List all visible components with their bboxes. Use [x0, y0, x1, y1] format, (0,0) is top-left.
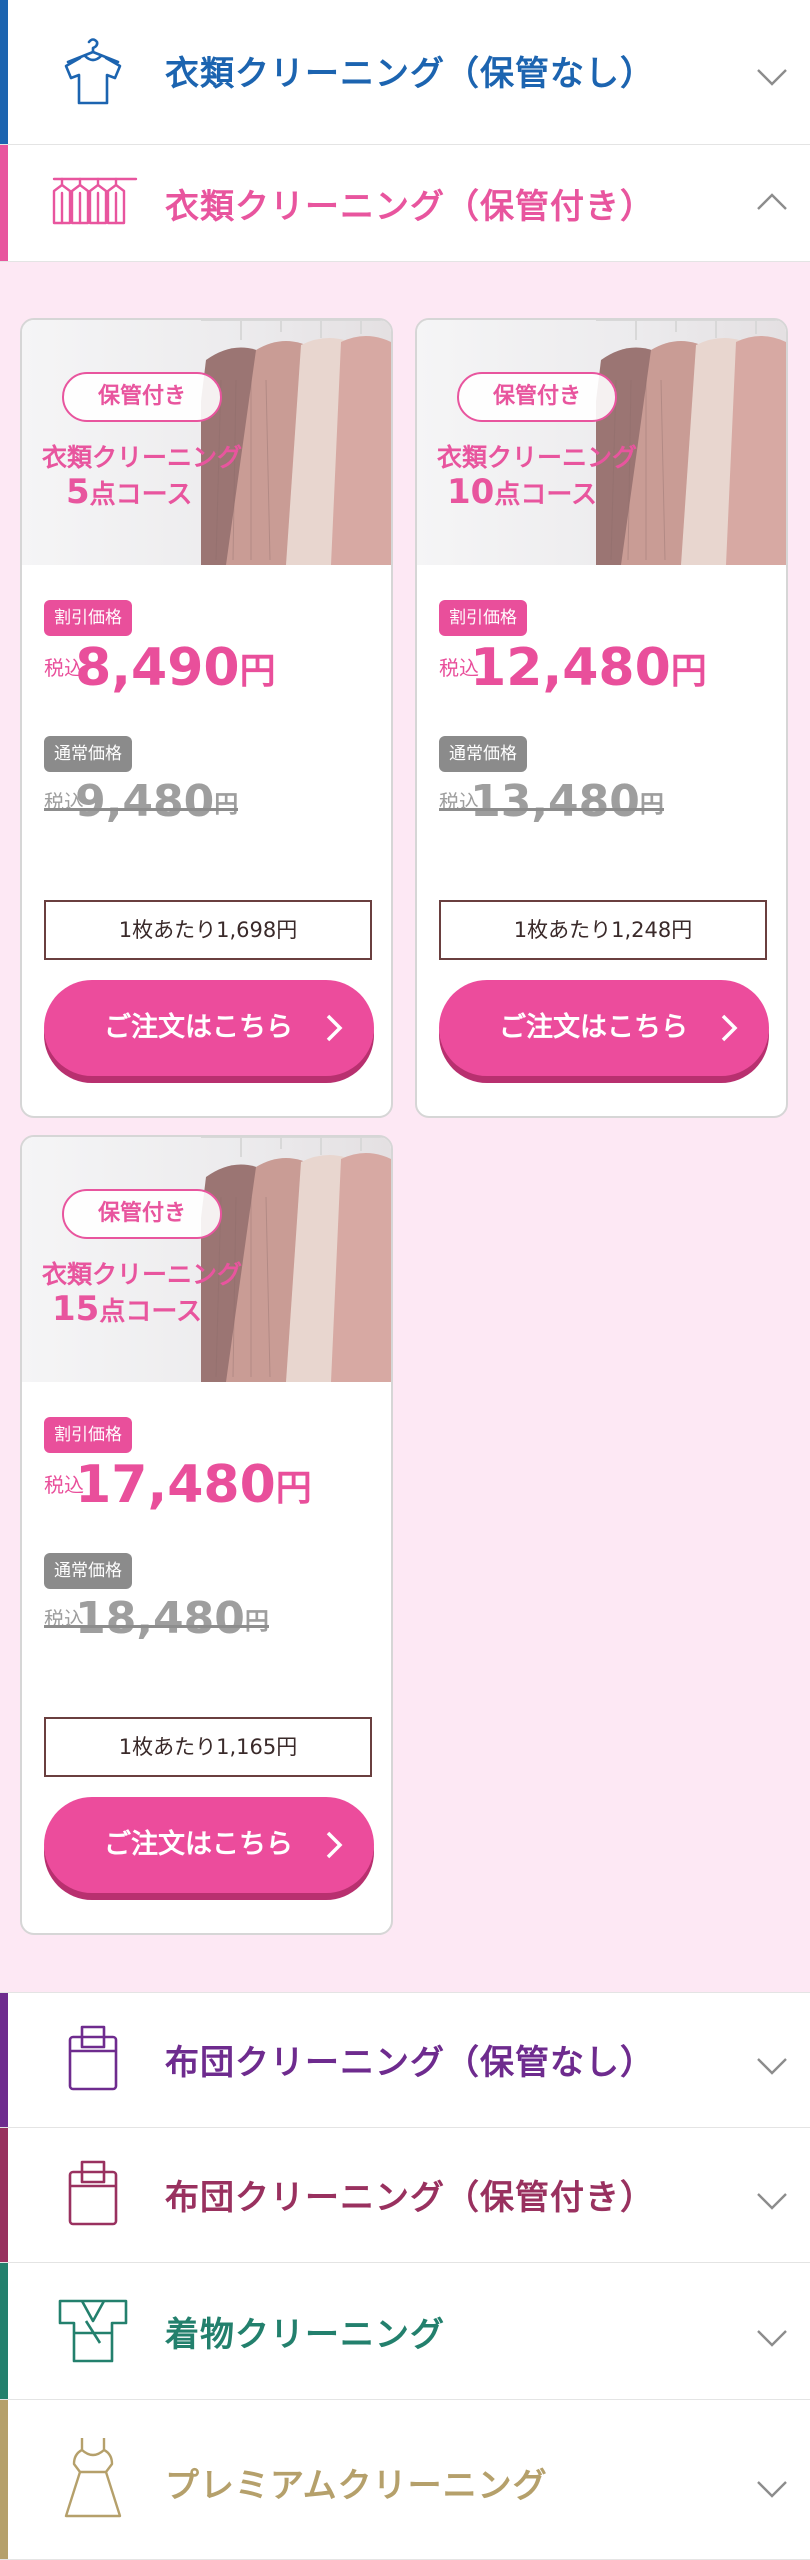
accordion-futon-with-storage[interactable]: 布団クリーニング（保管付き） — [0, 2128, 810, 2263]
accent-bar — [0, 2400, 8, 2559]
course-card-10: 保管付き 衣類クリーニング 10点コース 割引価格 税込 12,480円 通常価… — [415, 318, 788, 1118]
regular-amount: 13,480 — [470, 776, 640, 827]
course-suffix: 点コース — [99, 1297, 203, 1327]
regular-amount: 18,480 — [75, 1593, 245, 1644]
yen-unit: 円 — [239, 651, 276, 692]
course-category: 衣類クリーニング — [42, 443, 243, 472]
chevron-right-icon — [721, 1014, 738, 1042]
yen-unit: 円 — [639, 790, 664, 818]
accordion-premium[interactable]: プレミアムクリーニング — [0, 2400, 810, 2560]
strikethrough-line — [439, 808, 664, 811]
kimono-icon — [58, 2299, 128, 2363]
course-count: 5 — [66, 472, 90, 512]
order-button[interactable]: ご注文はこちら — [44, 980, 374, 1076]
discount-badge: 割引価格 — [439, 600, 527, 636]
storage-pill: 保管付き — [62, 372, 222, 422]
order-button[interactable]: ご注文はこちら — [439, 980, 769, 1076]
course-card-15: 保管付き 衣類クリーニング 15点コース 割引価格 税込 17,480円 通常価… — [20, 1135, 393, 1935]
chevron-down-icon[interactable] — [754, 2047, 790, 2083]
regular-badge: 通常価格 — [44, 736, 132, 772]
order-button-label: ご注文はこちら — [104, 1012, 293, 1043]
discount-price: 税込 17,480円 — [44, 1455, 312, 1515]
regular-price: 税込 18,480円 — [44, 1593, 269, 1644]
order-button-label: ご注文はこちら — [499, 1012, 688, 1043]
yen-unit: 円 — [275, 1468, 312, 1509]
course-count: 15 — [52, 1289, 100, 1329]
chevron-down-icon[interactable] — [754, 2182, 790, 2218]
accent-bar — [0, 145, 8, 261]
accent-bar — [0, 0, 8, 144]
chevron-down-icon[interactable] — [754, 58, 790, 94]
strikethrough-line — [44, 808, 239, 811]
accordion-title: プレミアムクリーニング — [165, 2466, 548, 2506]
accent-bar — [0, 2263, 8, 2399]
storage-pill: 保管付き — [457, 372, 617, 422]
discount-amount: 12,480 — [470, 638, 671, 698]
chevron-down-icon[interactable] — [754, 2319, 790, 2355]
course-suffix: 点コース — [89, 480, 193, 510]
accordion-title: 衣類クリーニング（保管付き） — [165, 187, 655, 227]
course-image: 保管付き 衣類クリーニング 5点コース — [22, 320, 391, 565]
discount-price: 税込 12,480円 — [439, 638, 707, 698]
regular-price: 税込 13,480円 — [439, 776, 664, 827]
per-piece-price: 1枚あたり1,248円 — [439, 900, 767, 960]
accordion-clothes-with-storage[interactable]: 衣類クリーニング（保管付き） — [0, 145, 810, 262]
course-suffix: 点コース — [494, 480, 598, 510]
accordion-futon-no-storage[interactable]: 布団クリーニング（保管なし） — [0, 1992, 810, 2128]
discount-amount: 17,480 — [75, 1455, 276, 1515]
accordion-clothes-no-storage[interactable]: 衣類クリーニング（保管なし） — [0, 0, 810, 145]
regular-amount: 9,480 — [75, 776, 215, 827]
per-piece-price: 1枚あたり1,698円 — [44, 900, 372, 960]
accordion-title: 布団クリーニング（保管付き） — [165, 2178, 655, 2218]
course-category: 衣類クリーニング — [437, 443, 638, 472]
course-card-5: 保管付き 衣類クリーニング 5点コース 割引価格 税込 8,490円 通常価格 … — [20, 318, 393, 1118]
course-image: 保管付き 衣類クリーニング 15点コース — [22, 1137, 391, 1382]
chevron-right-icon — [326, 1014, 343, 1042]
accent-bar — [0, 1993, 8, 2127]
futon-icon — [68, 2160, 118, 2226]
discount-badge: 割引価格 — [44, 600, 132, 636]
discount-badge: 割引価格 — [44, 1417, 132, 1453]
tax-included-label: 税込 — [44, 656, 84, 680]
discount-amount: 8,490 — [75, 638, 240, 698]
strikethrough-line — [44, 1625, 269, 1628]
accordion-title: 衣類クリーニング（保管なし） — [165, 54, 655, 94]
regular-badge: 通常価格 — [439, 736, 527, 772]
course-count: 10 — [447, 472, 495, 512]
chevron-down-icon[interactable] — [754, 2470, 790, 2506]
course-name: 5点コース — [66, 472, 192, 512]
course-category: 衣類クリーニング — [42, 1260, 243, 1289]
course-image: 保管付き 衣類クリーニング 10点コース — [417, 320, 786, 565]
regular-badge: 通常価格 — [44, 1553, 132, 1589]
tax-included-label: 税込 — [44, 1473, 84, 1497]
per-piece-price: 1枚あたり1,165円 — [44, 1717, 372, 1777]
discount-price: 税込 8,490円 — [44, 638, 276, 698]
order-button[interactable]: ご注文はこちら — [44, 1797, 374, 1893]
order-button-label: ご注文はこちら — [104, 1829, 293, 1860]
storage-pill: 保管付き — [62, 1189, 222, 1239]
accordion-kimono[interactable]: 着物クリーニング — [0, 2263, 810, 2400]
accordion-title: 着物クリーニング — [165, 2315, 445, 2355]
shirt-hanger-icon — [64, 38, 122, 105]
regular-price: 税込 9,480円 — [44, 776, 239, 827]
tax-included-label: 税込 — [439, 656, 479, 680]
yen-unit: 円 — [670, 651, 707, 692]
chevron-up-icon[interactable] — [754, 185, 790, 221]
yen-unit: 円 — [244, 1607, 269, 1635]
yen-unit: 円 — [214, 790, 239, 818]
accent-bar — [0, 2128, 8, 2262]
dress-icon — [64, 2438, 122, 2518]
futon-icon — [68, 2025, 118, 2091]
accordion-title: 布団クリーニング（保管なし） — [165, 2043, 655, 2083]
clothes-rack-icon — [52, 177, 138, 225]
course-name: 10点コース — [447, 472, 597, 512]
course-name: 15点コース — [52, 1289, 202, 1329]
chevron-right-icon — [326, 1831, 343, 1859]
